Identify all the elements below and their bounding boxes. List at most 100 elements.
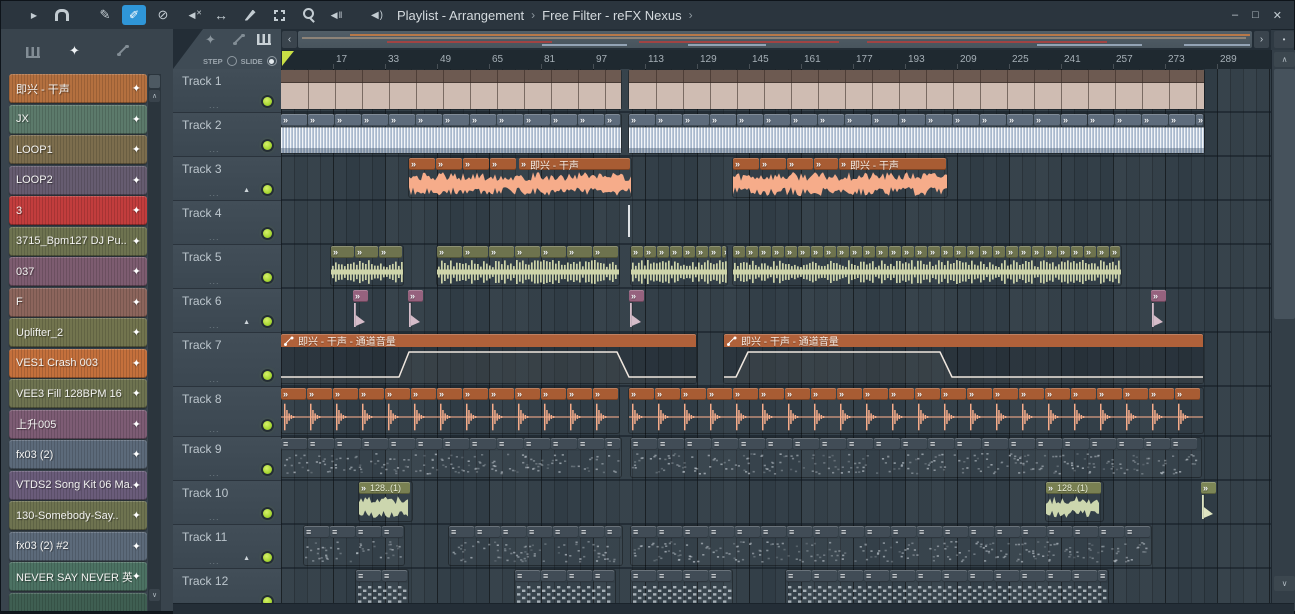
wavegroup-clip[interactable]: »»»»»即兴 - 干声 xyxy=(733,158,947,197)
track-fold-icon[interactable]: ▲ xyxy=(243,187,250,194)
clip-chip[interactable]: » xyxy=(863,388,888,400)
clip-chip[interactable]: ≡ xyxy=(567,570,592,582)
clip-chip[interactable]: ≡ xyxy=(813,526,838,538)
scrollbar-handle[interactable] xyxy=(1274,69,1295,319)
clip-chip[interactable]: » xyxy=(524,114,550,126)
clip-chip[interactable]: ≡ xyxy=(501,526,526,538)
clip-chip[interactable]: » xyxy=(980,114,1006,126)
clip-chip[interactable]: » xyxy=(379,246,402,258)
clip-chip[interactable]: ≡ xyxy=(864,570,889,582)
wave-icon[interactable]: ✦ xyxy=(132,418,141,431)
clip-chip[interactable]: » xyxy=(605,114,620,126)
automation-clip-header[interactable]: 即兴 - 干声 - 通道音量 xyxy=(724,334,1203,347)
clip-chip[interactable]: » xyxy=(629,114,655,126)
wave-icon[interactable]: ✦ xyxy=(132,326,141,339)
clip-chip[interactable]: » xyxy=(889,388,914,400)
clip-chip[interactable]: » xyxy=(385,388,410,400)
clip-chip[interactable]: ≡ xyxy=(683,570,708,582)
speaker-icon[interactable] xyxy=(365,5,389,25)
clip-chip[interactable]: ≡ xyxy=(1090,438,1116,450)
clip-chip[interactable]: » xyxy=(1058,246,1070,258)
clip-chip[interactable]: » xyxy=(437,388,462,400)
clip-chip[interactable]: » xyxy=(281,114,307,126)
clip-chip[interactable]: ≡ xyxy=(766,438,792,450)
maximize-button[interactable]: □ xyxy=(1252,9,1259,22)
wavegroup-clip[interactable]: »»»»»»»» xyxy=(631,246,727,285)
nav-right-button[interactable]: › xyxy=(1254,31,1269,48)
clip-chip[interactable]: » xyxy=(335,114,361,126)
wave-icon[interactable]: ✦ xyxy=(132,509,141,522)
track-enable-led[interactable] xyxy=(263,273,272,282)
scrollbar-handle[interactable] xyxy=(149,75,160,88)
clip-chip[interactable]: » xyxy=(490,158,516,170)
clip-chip[interactable]: ≡ xyxy=(901,438,927,450)
playhead-marker[interactable] xyxy=(282,51,294,66)
clip-chip[interactable]: » xyxy=(1115,114,1141,126)
clip-chip[interactable]: » xyxy=(655,388,680,400)
clip-chip[interactable]: ≡ xyxy=(1063,438,1089,450)
patgroup-clip[interactable]: ≡≡≡≡≡≡≡≡≡≡≡≡≡≡≡≡≡≡≡≡ xyxy=(631,526,1151,565)
picker-item[interactable]: VTDS2 Song Kit 06 Ma..✦ xyxy=(9,471,147,500)
clip-chip[interactable]: ≡ xyxy=(304,526,329,538)
track-menu-dots[interactable]: ... xyxy=(209,320,220,330)
clip-chip[interactable]: ≡ xyxy=(917,526,942,538)
clip-chip[interactable]: ≡ xyxy=(891,526,916,538)
track-header[interactable]: Track 11...▲ xyxy=(173,525,281,569)
clip-chip[interactable]: » xyxy=(785,246,797,258)
wave-icon[interactable]: ✦ xyxy=(132,479,141,492)
clip-chip[interactable]: ≡ xyxy=(553,526,578,538)
wave-icon[interactable]: ✦ xyxy=(132,235,141,248)
track-header[interactable]: Track 5... xyxy=(173,245,281,289)
clip-chip[interactable]: » xyxy=(811,246,823,258)
picker-item[interactable]: 3715_Bpm127 DJ Pu..✦ xyxy=(9,227,147,256)
clip-chip[interactable]: ≡ xyxy=(943,526,968,538)
track-enable-led[interactable] xyxy=(263,465,272,474)
clip-chip[interactable]: » xyxy=(1097,388,1122,400)
clip-chip[interactable]: » xyxy=(489,246,514,258)
clip-chip[interactable]: » xyxy=(359,388,384,400)
clip-chip[interactable]: » xyxy=(798,246,810,258)
auto-clip[interactable]: 即兴 - 干声 - 通道音量 xyxy=(281,334,696,383)
clip-chip[interactable]: ≡ xyxy=(1171,438,1197,450)
picker-item[interactable]: fx03 (2)✦ xyxy=(9,440,147,469)
horizontal-scrollbar[interactable] xyxy=(173,603,1294,614)
clip-chip[interactable]: » xyxy=(707,388,732,400)
clip-chip[interactable]: » xyxy=(863,246,875,258)
audio-tab-icon[interactable]: ✦ xyxy=(69,43,80,59)
clip-chip[interactable]: ≡ xyxy=(527,526,552,538)
clip-chip[interactable]: » xyxy=(515,388,540,400)
clip-chip[interactable]: » xyxy=(631,246,643,258)
nav-left-button[interactable]: ‹ xyxy=(282,31,297,48)
clip-chip[interactable]: » xyxy=(941,246,953,258)
picker-item[interactable]: 上升005✦ xyxy=(9,410,147,439)
clip-chip[interactable]: ≡ xyxy=(928,438,954,450)
clip-chip[interactable]: ≡ xyxy=(838,570,863,582)
track-enable-led[interactable] xyxy=(263,553,272,562)
clip-chip[interactable]: » xyxy=(772,246,784,258)
clip-chip[interactable]: ≡ xyxy=(865,526,890,538)
clip-chip[interactable]: » xyxy=(845,114,871,126)
track-enable-led[interactable] xyxy=(263,371,272,380)
clip-chip[interactable]: » xyxy=(1032,246,1044,258)
clip-chip[interactable]: ≡ xyxy=(761,526,786,538)
clip-chip[interactable]: ≡ xyxy=(839,526,864,538)
track-header[interactable]: Track 3...▲ xyxy=(173,157,281,201)
clip-chip[interactable]: » xyxy=(470,114,496,126)
audio-view-icon[interactable]: ✦ xyxy=(205,32,216,48)
clip-chip[interactable]: » xyxy=(837,246,849,258)
picker-item[interactable]: NEVER SAY NEVER 英..✦ xyxy=(9,562,147,591)
wavegroup-clip[interactable]: »»»»»即兴 - 干声 xyxy=(409,158,631,197)
clip-chip[interactable]: » xyxy=(941,388,966,400)
track-enable-led[interactable] xyxy=(263,185,272,194)
picker-item[interactable] xyxy=(9,593,147,612)
track-menu-dots[interactable]: ... xyxy=(209,188,220,198)
clip-chip[interactable]: » xyxy=(1084,246,1096,258)
clip-chip[interactable]: ≡ xyxy=(1073,526,1098,538)
brush-icon[interactable] xyxy=(122,5,146,25)
track-enable-led[interactable] xyxy=(263,317,272,326)
picker-item[interactable]: fx03 (2) #2✦ xyxy=(9,532,147,561)
marker-clip[interactable]: » xyxy=(353,290,371,328)
clip-chip[interactable]: »128..(1) xyxy=(1046,482,1101,494)
track-menu-dots[interactable]: ... xyxy=(209,556,220,566)
clip-chip[interactable]: ≡ xyxy=(470,438,496,450)
